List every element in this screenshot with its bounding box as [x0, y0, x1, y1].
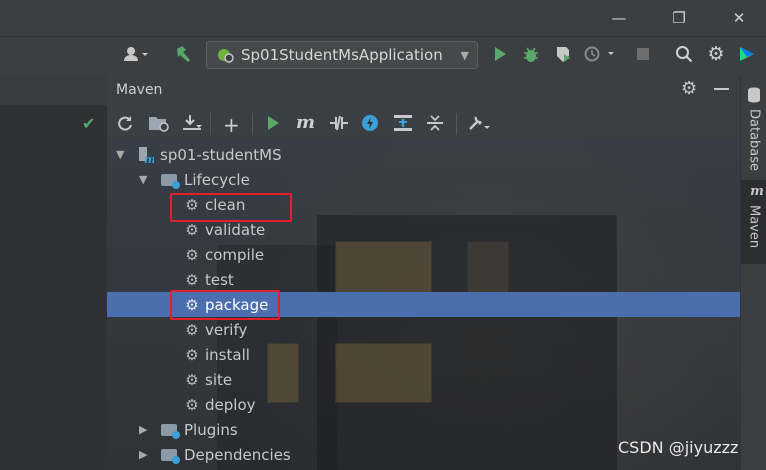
gear-icon: ⚙: [185, 245, 199, 264]
gear-icon: ⚙: [185, 345, 199, 364]
profile-icon[interactable]: [580, 41, 620, 67]
tree-dependencies-row[interactable]: ▶ Dependencies: [139, 442, 291, 467]
toolbar-separator: [456, 113, 457, 135]
coverage-icon[interactable]: [550, 41, 576, 67]
download-icon[interactable]: [182, 114, 202, 136]
svg-text:m: m: [144, 153, 154, 164]
maven-icon: m: [750, 184, 764, 199]
add-icon[interactable]: +: [223, 113, 240, 137]
goal-verify[interactable]: ⚙ verify: [182, 317, 247, 342]
editor-area: [0, 75, 107, 470]
toolbar-separator: [252, 113, 253, 135]
tree-project-row[interactable]: ▼ m sp01-studentMS: [116, 142, 282, 167]
run-configuration-select[interactable]: Sp01StudentMsApplication ▼: [206, 41, 478, 69]
chevron-down-icon[interactable]: ▼: [116, 148, 130, 161]
chevron-down-icon: ▼: [460, 48, 469, 62]
chevron-right-icon[interactable]: ▶: [139, 448, 153, 461]
restore-button[interactable]: ❐: [656, 0, 702, 36]
right-tool-window-bar: Database m Maven: [740, 75, 766, 470]
panel-settings-icon[interactable]: ⚙: [681, 78, 697, 99]
execute-maven-goal-icon[interactable]: m: [296, 112, 315, 133]
goal-label: test: [205, 270, 234, 289]
toggle-offline-icon[interactable]: [328, 114, 350, 136]
goal-label: deploy: [205, 395, 256, 414]
goal-install[interactable]: ⚙ install: [182, 342, 250, 367]
goal-label: install: [205, 345, 250, 364]
check-icon: ✔: [82, 114, 96, 133]
tree-plugins-row[interactable]: ▶ Plugins: [139, 417, 238, 442]
watermark: CSDN @jiyuzzz: [618, 438, 739, 457]
maven-tab[interactable]: m Maven: [741, 180, 766, 264]
goal-compile[interactable]: ⚙ compile: [182, 242, 264, 267]
lifecycle-folder-icon: [161, 173, 180, 189]
run-maven-build-icon[interactable]: [266, 115, 280, 135]
show-dependencies-icon[interactable]: [393, 114, 413, 136]
minimize-button[interactable]: —: [596, 0, 642, 36]
goal-label: validate: [205, 220, 266, 239]
gear-icon: ⚙: [185, 220, 199, 239]
build-hammer-icon[interactable]: [170, 41, 196, 67]
user-icon[interactable]: [116, 41, 156, 67]
maven-project-icon: m: [139, 146, 154, 164]
gear-icon: ⚙: [185, 320, 199, 339]
maven-tab-label: Maven: [746, 205, 762, 249]
tree-lifecycle-row[interactable]: ▼ Lifecycle: [139, 167, 250, 192]
project-name: sp01-studentMS: [160, 145, 282, 164]
toolbox-icon[interactable]: [735, 41, 759, 67]
goal-site[interactable]: ⚙ site: [182, 367, 232, 392]
toolbar-separator: [210, 113, 211, 135]
database-tab-label: Database: [746, 109, 762, 172]
reload-icon[interactable]: [116, 114, 134, 136]
title-bar: [0, 0, 766, 36]
run-icon[interactable]: [488, 41, 512, 67]
skip-tests-icon[interactable]: [361, 114, 379, 136]
close-button[interactable]: ✕: [716, 0, 762, 36]
database-icon: [748, 87, 760, 103]
goal-test[interactable]: ⚙ test: [182, 267, 234, 292]
gear-icon: ⚙: [185, 270, 199, 289]
goal-label: verify: [205, 320, 248, 339]
maven-panel-header: Maven: [107, 75, 740, 105]
search-icon[interactable]: [671, 41, 697, 67]
dependencies-folder-icon: [161, 448, 180, 464]
run-configuration-label: Sp01StudentMsApplication: [241, 46, 443, 64]
plugins-label: Plugins: [184, 420, 238, 439]
hide-panel-icon[interactable]: [714, 80, 730, 98]
database-tab[interactable]: Database: [741, 83, 766, 187]
maven-settings-icon[interactable]: [467, 114, 491, 136]
stop-icon[interactable]: [630, 41, 656, 67]
generate-sources-icon[interactable]: [148, 114, 170, 136]
plugins-folder-icon: [161, 423, 180, 439]
goal-deploy[interactable]: ⚙ deploy: [182, 392, 256, 417]
highlight-box-clean: [170, 193, 292, 222]
editor-header: [0, 75, 107, 105]
gear-icon: ⚙: [185, 370, 199, 389]
goal-label: site: [205, 370, 233, 389]
lifecycle-label: Lifecycle: [184, 170, 250, 189]
dependencies-label: Dependencies: [184, 445, 291, 464]
maven-panel-title: Maven: [116, 82, 163, 98]
settings-icon[interactable]: ⚙: [703, 41, 729, 67]
goal-label: compile: [205, 245, 265, 264]
chevron-down-icon[interactable]: ▼: [139, 173, 153, 186]
chevron-right-icon[interactable]: ▶: [139, 423, 153, 436]
highlight-box-package: [170, 290, 280, 320]
gear-icon: ⚙: [185, 395, 199, 414]
spring-boot-icon: [218, 49, 234, 63]
collapse-all-icon[interactable]: [426, 114, 444, 136]
debug-icon[interactable]: [518, 41, 544, 67]
